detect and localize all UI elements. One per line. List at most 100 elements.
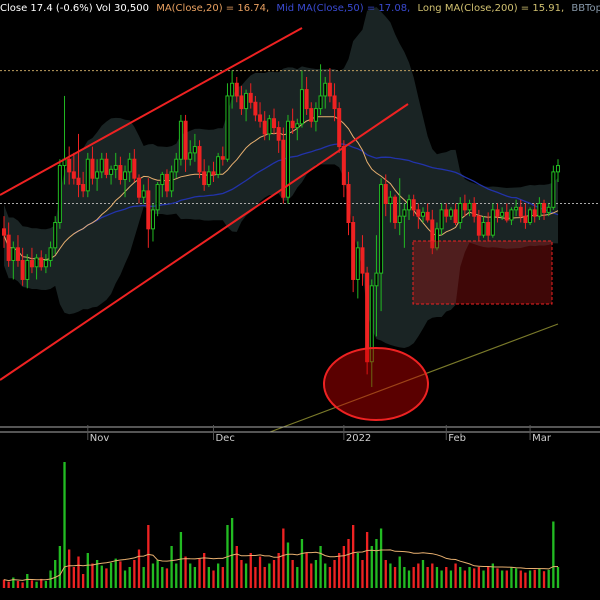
- candle-body: [113, 165, 118, 170]
- candle-body: [272, 118, 277, 129]
- candle-body: [258, 114, 263, 122]
- candle-body: [206, 171, 211, 186]
- candle-body: [239, 95, 244, 110]
- candle-body: [53, 222, 58, 249]
- candle-body: [202, 171, 207, 186]
- header-bbtop: BBTop(Close,20,2) = 17.: [571, 3, 600, 14]
- candle-body: [67, 158, 72, 173]
- candle-body: [504, 211, 509, 221]
- candle-body: [313, 108, 318, 122]
- candle-body: [551, 171, 556, 208]
- candle-body: [518, 206, 523, 217]
- candle-body: [169, 171, 174, 192]
- stock-chart: Nov Dec 2022 Feb Mar Close 17.4 (-0.6%) Vol …: [0, 0, 600, 600]
- candle-body: [276, 127, 281, 141]
- candle-body: [43, 259, 48, 268]
- candle-body: [509, 209, 514, 221]
- candle-body: [150, 209, 155, 230]
- candle-body: [542, 203, 547, 213]
- candle-body: [81, 184, 86, 192]
- candle-body: [327, 82, 332, 97]
- candle-body: [486, 222, 491, 236]
- candle-body: [132, 158, 137, 179]
- candle-body: [402, 209, 407, 217]
- candle-body: [309, 108, 314, 122]
- candle-body: [118, 165, 123, 180]
- candle-body: [514, 206, 519, 211]
- candle-body: [407, 199, 412, 211]
- candle-body: [174, 158, 179, 173]
- candle-body: [351, 222, 356, 280]
- candle-body: [244, 92, 249, 110]
- candle-body: [216, 156, 221, 175]
- candle-body: [127, 158, 132, 173]
- candle-body: [6, 234, 11, 261]
- candle-body: [234, 82, 239, 97]
- candle-body: [178, 120, 183, 160]
- candle-body: [197, 146, 202, 173]
- candle-body: [411, 199, 416, 211]
- candle-body: [192, 146, 197, 154]
- candle-body: [295, 123, 300, 129]
- header-ma200: Long MA(Close,200) = 15.91,: [417, 3, 564, 14]
- candle-body: [495, 209, 500, 217]
- candle-body: [109, 168, 114, 175]
- candle-body: [388, 196, 393, 205]
- candle-body: [397, 215, 402, 223]
- candle-body: [337, 108, 342, 148]
- candle-body: [164, 173, 169, 192]
- candle-body: [29, 259, 34, 268]
- chart-header: Close 17.4 (-0.6%) Vol 30,500 MA(Close,2…: [0, 3, 600, 14]
- candle-body: [188, 152, 193, 160]
- candle-body: [230, 82, 235, 97]
- header-close: Close 17.4 (-0.6%) Vol 30,500: [0, 3, 149, 14]
- candle-body: [472, 203, 477, 217]
- candle-body: [155, 184, 160, 211]
- candle-body: [267, 118, 272, 135]
- axis-label: 2022: [346, 433, 371, 444]
- candle-body: [11, 247, 16, 261]
- axis-label: Mar: [532, 433, 552, 444]
- candle-body: [420, 211, 426, 217]
- candle-body: [304, 89, 309, 110]
- candle-body: [360, 247, 365, 274]
- candle-body: [467, 203, 472, 211]
- range-box: [412, 240, 553, 305]
- candle-body: [71, 171, 76, 179]
- candle-body: [448, 209, 453, 217]
- candle-body: [248, 92, 253, 103]
- candle-body: [555, 165, 561, 173]
- candle-body: [95, 171, 100, 179]
- axis-label: Feb: [448, 433, 466, 444]
- candle-body: [99, 158, 104, 173]
- axis-label: Dec: [215, 433, 234, 444]
- candle-body: [453, 209, 458, 223]
- candle-body: [211, 171, 216, 175]
- candle-body: [332, 95, 337, 110]
- candle-body: [383, 184, 388, 205]
- candle-body: [393, 196, 398, 223]
- header-ma20: MA(Close,20) = 16.74,: [156, 3, 269, 14]
- volume-bars: [2, 462, 560, 588]
- candle-body: [146, 190, 151, 230]
- candle-body: [34, 257, 39, 268]
- candle-body: [225, 95, 230, 160]
- candle-body: [523, 215, 528, 223]
- axis-label: Nov: [90, 433, 110, 444]
- candle-body: [48, 247, 53, 261]
- candle-body: [537, 203, 542, 217]
- candle-body: [136, 177, 142, 198]
- candle-body: [123, 171, 128, 180]
- candle-body: [379, 184, 384, 274]
- candle-body: [290, 120, 295, 129]
- candle-body: [220, 156, 225, 160]
- chart-svg: Nov Dec 2022 Feb Mar Close 17.4 (-0.6%) Vol …: [0, 3, 600, 588]
- candle-body: [76, 177, 81, 186]
- candle-body: [262, 120, 267, 135]
- candle-body: [1, 228, 7, 236]
- candle-body: [416, 209, 421, 217]
- candle-body: [532, 209, 537, 217]
- candle-body: [439, 209, 444, 230]
- candle-body: [318, 95, 323, 110]
- candle-body: [20, 259, 25, 280]
